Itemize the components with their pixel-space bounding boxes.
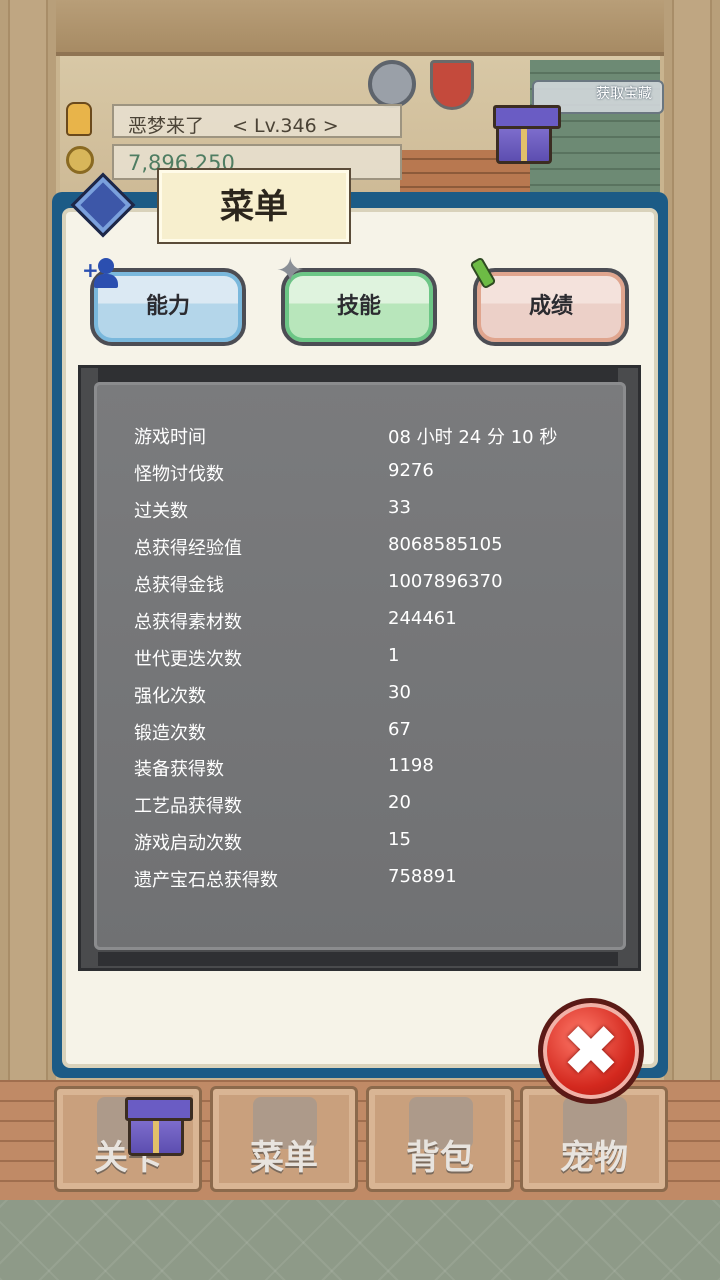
shield-icon bbox=[430, 60, 474, 110]
stat-label: 世代更迭次数 bbox=[134, 649, 242, 670]
stat-row: 遗产宝石总获得数 758891 bbox=[134, 866, 614, 902]
gift-box-icon[interactable] bbox=[493, 105, 561, 164]
tab-skill-label: 技能 bbox=[336, 294, 381, 319]
menu-title: 菜单 bbox=[157, 168, 351, 244]
nav-bag-label: 背包 bbox=[406, 1138, 474, 1178]
stat-label: 游戏启动次数 bbox=[134, 833, 242, 854]
nav-pet-label: 宠物 bbox=[560, 1138, 628, 1178]
player-level: < Lv.346 > bbox=[232, 115, 339, 137]
stat-row: 游戏启动次数 15 bbox=[134, 829, 614, 865]
stone-floor bbox=[0, 1200, 720, 1280]
tab-ability-label: 能力 bbox=[145, 294, 190, 319]
stat-value: 8068585105 bbox=[388, 534, 503, 555]
stat-value: 15 bbox=[388, 829, 411, 850]
stat-row: 总获得素材数 244461 bbox=[134, 608, 614, 644]
stat-row: 世代更迭次数 1 bbox=[134, 645, 614, 681]
stat-label: 遗产宝石总获得数 bbox=[134, 870, 278, 891]
gift-box-icon[interactable] bbox=[125, 1097, 193, 1156]
plus-icon: + bbox=[82, 258, 99, 282]
player-avatar-icon bbox=[66, 102, 92, 136]
stat-label: 总获得素材数 bbox=[134, 612, 242, 633]
shuriken-icon: ✦ bbox=[276, 251, 305, 291]
stat-row: 装备获得数 1198 bbox=[134, 755, 614, 791]
stat-label: 强化次数 bbox=[134, 686, 206, 707]
tab-record-label: 成绩 bbox=[528, 294, 573, 319]
close-button[interactable]: ✖ bbox=[538, 998, 644, 1104]
stat-label: 总获得经验值 bbox=[134, 538, 242, 559]
stat-row: 怪物讨伐数 9276 bbox=[134, 460, 614, 496]
stat-value: 33 bbox=[388, 497, 411, 518]
stat-row: 总获得金钱 1007896370 bbox=[134, 571, 614, 607]
stat-row: 锻造次数 67 bbox=[134, 719, 614, 755]
stat-row: 强化次数 30 bbox=[134, 682, 614, 718]
stat-value: 244461 bbox=[388, 608, 457, 629]
stat-label: 过关数 bbox=[134, 501, 188, 522]
stat-label: 锻造次数 bbox=[134, 723, 206, 744]
stat-value: 08 小时 24 分 10 秒 bbox=[388, 427, 558, 448]
player-name-bar: 恶梦来了 < Lv.346 > bbox=[112, 104, 402, 138]
stat-value: 67 bbox=[388, 719, 411, 740]
right-pillar bbox=[664, 0, 720, 1200]
stat-value: 30 bbox=[388, 682, 411, 703]
nav-menu-label: 菜单 bbox=[250, 1138, 318, 1178]
stat-value: 1007896370 bbox=[388, 571, 503, 592]
tab-record[interactable]: 成绩 bbox=[473, 268, 629, 346]
nav-menu-button[interactable]: 菜单 bbox=[210, 1086, 358, 1192]
stat-value: 1 bbox=[388, 645, 400, 666]
wooden-beam bbox=[0, 0, 720, 56]
gold-coin-icon bbox=[66, 146, 94, 174]
stat-label: 装备获得数 bbox=[134, 759, 224, 780]
stat-label: 总获得金钱 bbox=[134, 575, 224, 596]
stat-row: 过关数 33 bbox=[134, 497, 614, 533]
stat-label: 怪物讨伐数 bbox=[134, 464, 224, 485]
left-pillar bbox=[0, 0, 56, 1200]
player-name: 恶梦来了 bbox=[128, 115, 205, 137]
stat-label: 工艺品获得数 bbox=[134, 796, 242, 817]
stat-row: 总获得经验值 8068585105 bbox=[134, 534, 614, 570]
stat-row: 游戏时间 08 小时 24 分 10 秒 bbox=[134, 423, 614, 459]
stat-value: 1198 bbox=[388, 755, 434, 776]
stats-frame-bottom-bar bbox=[98, 952, 618, 966]
stat-row: 工艺品获得数 20 bbox=[134, 792, 614, 828]
stat-label: 游戏时间 bbox=[134, 427, 206, 448]
stat-value: 9276 bbox=[388, 460, 434, 481]
stat-value: 758891 bbox=[388, 866, 457, 887]
get-treasure-label: 获取宝藏 bbox=[596, 86, 652, 102]
close-icon: ✖ bbox=[561, 1010, 621, 1092]
stats-frame-top-bar bbox=[98, 368, 618, 382]
nav-bag-button[interactable]: 背包 bbox=[366, 1086, 514, 1192]
round-shield-icon bbox=[368, 60, 416, 108]
stat-value: 20 bbox=[388, 792, 411, 813]
